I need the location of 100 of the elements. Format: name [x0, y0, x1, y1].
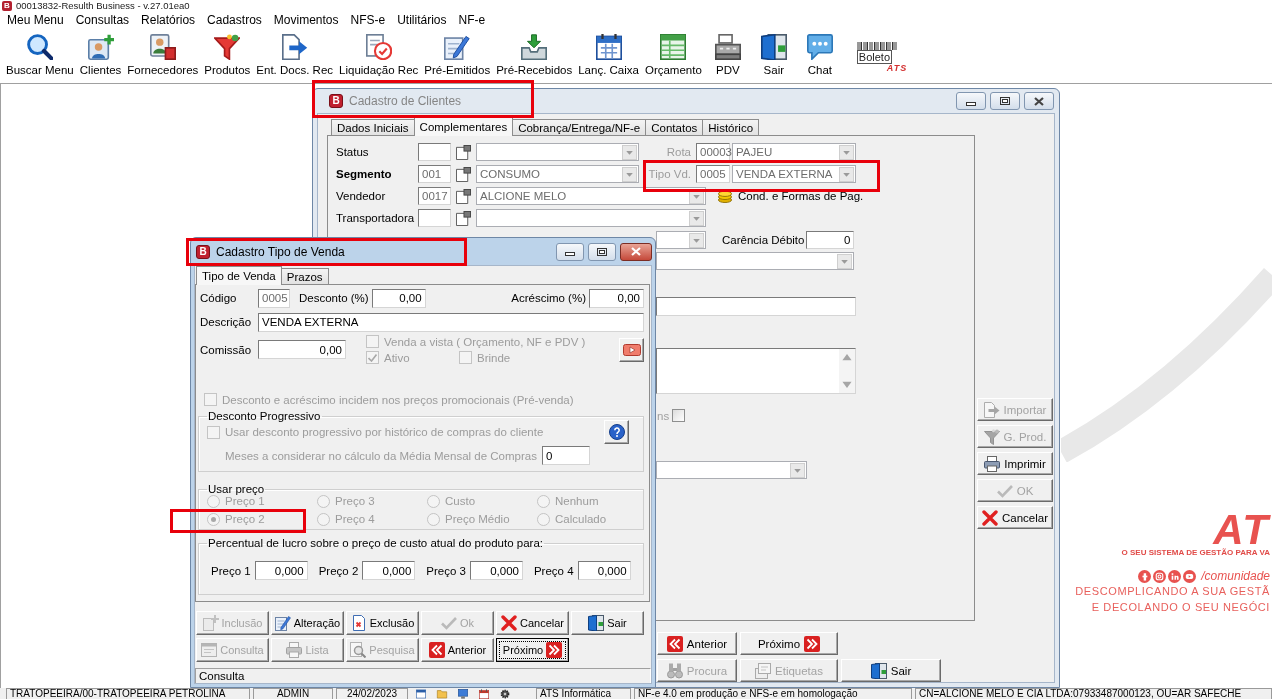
toolbar-button[interactable]: Orçamento: [641, 30, 705, 82]
close-button[interactable]: [620, 242, 652, 261]
printer-icon: [984, 455, 1001, 472]
checkbox-label: Desconto e acréscimo incidem nos preços promocionais (Pré-venda): [222, 393, 574, 406]
number-field[interactable]: 0,000: [362, 561, 416, 580]
tab[interactable]: Prazos: [280, 268, 329, 284]
menu-item[interactable]: NF-e: [452, 12, 492, 29]
dropdown-field[interactable]: [656, 252, 854, 270]
scroll-down-arrow-icon[interactable]: [842, 381, 852, 389]
close-icon: [1034, 96, 1044, 106]
code-field[interactable]: 0017: [418, 187, 451, 205]
edit-button[interactable]: Alteração: [271, 611, 344, 635]
document-icon[interactable]: [456, 188, 471, 204]
link[interactable]: Cond. e Formas de Pag.: [738, 190, 864, 202]
menu-item[interactable]: Meu Menu: [1, 12, 70, 29]
toolbar-button[interactable]: Liquidação Rec: [336, 30, 422, 82]
boleto-button[interactable]: Boleto ATS: [856, 42, 908, 73]
toolbar-button[interactable]: Buscar Menu: [3, 30, 77, 82]
checkbox[interactable]: [672, 409, 686, 422]
social-media-icon[interactable]: [1153, 569, 1167, 583]
monitor-icon[interactable]: [457, 688, 469, 699]
toolbar-button[interactable]: Ent. Docs. Rec: [253, 30, 337, 82]
dropdown-field[interactable]: [656, 461, 807, 479]
status-user: ADMIN: [253, 688, 333, 699]
help-button[interactable]: [604, 420, 629, 444]
app-logo: B: [196, 244, 210, 259]
calendar-icon[interactable]: [478, 688, 490, 699]
status-text: Consulta: [195, 668, 651, 683]
toolbar-button[interactable]: Clientes: [76, 30, 125, 82]
contact-card-plus-icon: [87, 34, 114, 60]
menu-item[interactable]: Utilitários: [391, 12, 453, 29]
document-check-icon: [365, 34, 392, 60]
social-handle[interactable]: /comunidade: [1201, 569, 1270, 583]
memo-field[interactable]: [656, 348, 856, 394]
dropdown-field[interactable]: ALCIONE MELO: [476, 187, 706, 205]
group-title: Desconto Progressivo: [207, 410, 322, 423]
toolbar-button[interactable]: Chat: [796, 30, 843, 82]
toolbar-button[interactable]: Sair: [750, 30, 797, 82]
radio-label: Preço 1: [225, 494, 265, 508]
group-title: Percentual de lucro sobre o preço de custo atual do produto para:: [207, 537, 544, 550]
stacked-cards-icon: [755, 662, 771, 679]
previous-button[interactable]: Anterior: [421, 638, 494, 662]
pencil-note-icon: [274, 615, 291, 631]
toolbar-button[interactable]: Pré-Emitidos: [421, 30, 494, 82]
toolbar-button[interactable]: Lanç. Caixa: [575, 30, 642, 82]
social-media-icon[interactable]: [1183, 569, 1197, 583]
number-field[interactable]: 0,000: [577, 561, 631, 580]
number-field[interactable]: 0,00: [371, 288, 426, 308]
field-label: Desconto (%): [299, 292, 369, 304]
document-icon[interactable]: [456, 166, 471, 182]
menu-item[interactable]: NFS-e: [344, 12, 392, 29]
app-title: 00013832-Resulth Business - v.27.01ea0: [16, 0, 190, 11]
number-field[interactable]: 0: [806, 231, 855, 249]
dropdown-field[interactable]: [476, 209, 706, 227]
document-plus-icon: [202, 615, 219, 631]
dropdown-field[interactable]: [476, 143, 639, 161]
app-logo: B: [329, 94, 343, 108]
menu-item[interactable]: Consultas: [69, 12, 136, 29]
exit-button[interactable]: Sair: [571, 611, 644, 635]
number-field[interactable]: 0,000: [469, 561, 523, 580]
text-field[interactable]: VENDA EXTERNA: [258, 312, 644, 332]
toolbar-button[interactable]: Pré-Recebidos: [493, 30, 576, 82]
search-icon: [26, 34, 53, 60]
dropdown-field[interactable]: CONSUMO: [476, 165, 639, 183]
code-field[interactable]: [418, 209, 451, 227]
toolbar-button[interactable]: Produtos: [201, 30, 254, 82]
code-field[interactable]: 001: [418, 165, 451, 183]
play-button[interactable]: [619, 338, 644, 362]
tagline: O SEU SISTEMA DE GESTÃO PARA VA: [1121, 548, 1270, 558]
document-icon[interactable]: [456, 144, 471, 160]
code-field[interactable]: 0005: [258, 288, 290, 308]
menu-item[interactable]: Movimentos: [267, 12, 345, 29]
field-label: Código: [200, 292, 238, 304]
menu-item[interactable]: Relatórios: [135, 12, 202, 29]
minimize-button[interactable]: [556, 242, 584, 261]
toolbar-button[interactable]: PDV: [704, 30, 751, 82]
close-icon: [631, 247, 641, 256]
document-icon[interactable]: [456, 210, 471, 226]
pencil-note-icon: [444, 34, 471, 60]
number-field[interactable]: 0,00: [589, 288, 644, 308]
scroll-up-arrow-icon[interactable]: [842, 353, 852, 361]
next-button[interactable]: Próximo: [496, 638, 569, 662]
delete-button[interactable]: Exclusão: [346, 611, 419, 635]
maximize-button[interactable]: [588, 242, 616, 261]
number-field[interactable]: 0,000: [254, 561, 308, 580]
gear-icon[interactable]: [499, 688, 511, 699]
menu-item[interactable]: Cadastros: [201, 12, 268, 29]
toolbar-button[interactable]: Fornecedores: [124, 30, 202, 82]
social-media-icon[interactable]: [1138, 569, 1152, 583]
text-field[interactable]: [656, 297, 856, 316]
cash-register-icon: [714, 34, 741, 60]
dropdown-field[interactable]: [656, 231, 706, 249]
social-media-icon[interactable]: [1168, 569, 1182, 583]
calendar-icon[interactable]: [415, 688, 427, 699]
code-field[interactable]: [418, 143, 451, 161]
radio-label: Preço 3: [335, 494, 375, 508]
tab[interactable]: Tipo de Venda: [196, 266, 282, 285]
number-field[interactable]: 0,00: [258, 340, 346, 359]
cancel-button[interactable]: Cancelar: [496, 611, 569, 635]
status-date: 24/02/2023: [336, 688, 408, 699]
